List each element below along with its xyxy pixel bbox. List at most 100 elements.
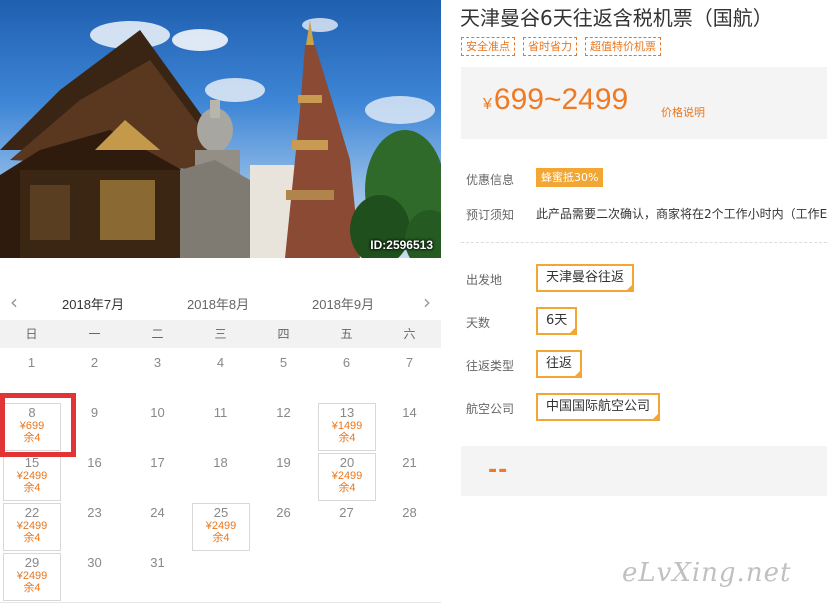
option-value: 中国国际航空公司	[546, 399, 651, 414]
selected-date-highlight	[0, 393, 76, 457]
calendar-day: 21	[378, 455, 441, 470]
calendar-day: 24	[126, 505, 189, 520]
day-price: ¥2499	[16, 570, 48, 582]
product-title: 天津曼谷6天往返含税机票（国航）	[460, 6, 773, 30]
day-number: 31	[150, 555, 165, 570]
calendar-day: 27	[315, 505, 378, 520]
feature-tags: 安全准点 省时省力 超值特价机票	[461, 37, 661, 56]
weekday-label: 四	[277, 327, 290, 341]
day-number: 19	[276, 455, 291, 470]
currency-symbol: ¥	[483, 96, 492, 113]
option-value: 天津曼谷往返	[546, 270, 625, 285]
day-price: ¥1499	[331, 420, 363, 432]
calendar-day[interactable]: 22 ¥2499 余4	[3, 503, 61, 551]
calendar-day: 31	[126, 555, 189, 570]
feature-tag: 省时省力	[523, 37, 577, 56]
day-remaining: 余4	[23, 582, 41, 594]
promo-label: 优惠信息	[466, 173, 515, 187]
calendar-day: 14	[378, 405, 441, 420]
option-trip-type[interactable]: 往返 ✓	[536, 350, 583, 378]
section-divider	[461, 242, 827, 243]
day-number: 23	[87, 505, 102, 520]
check-icon: ✓	[652, 412, 659, 420]
day-number: 30	[87, 555, 102, 570]
day-remaining: 余4	[338, 432, 356, 444]
day-number: 4	[216, 355, 225, 370]
chevron-left-icon[interactable]: ‹	[10, 290, 18, 314]
day-remaining: 余4	[338, 482, 356, 494]
tab-month-july[interactable]: 2018年7月	[51, 294, 135, 324]
price-panel: ¥699~2499 价格说明	[461, 67, 827, 139]
day-number: 20	[339, 455, 355, 470]
weekday-label: 五	[340, 327, 353, 341]
day-number: 10	[150, 405, 165, 420]
day-number: 12	[276, 405, 291, 420]
day-number: 22	[24, 505, 40, 520]
day-number: 18	[213, 455, 228, 470]
calendar-day: 16	[63, 455, 126, 470]
day-price: ¥2499	[331, 470, 363, 482]
day-number: 24	[150, 505, 165, 520]
day-number: 5	[279, 355, 288, 370]
option-days[interactable]: 6天 ✓	[536, 307, 578, 335]
booking-notice-text: 此产品需要二次确认，商家将在2个工作小时内（工作E	[536, 207, 827, 221]
check-icon: ✓	[574, 369, 581, 377]
calendar-day: 7	[378, 355, 441, 370]
tab-month-september[interactable]: 2018年9月	[312, 294, 374, 313]
calendar-day: 26	[252, 505, 315, 520]
calendar-day: 30	[63, 555, 126, 570]
chevron-right-icon[interactable]: ›	[423, 290, 431, 314]
day-number: 21	[402, 455, 417, 470]
option-value: 往返	[546, 356, 573, 371]
day-number: 14	[402, 405, 417, 420]
calendar-day: 17	[126, 455, 189, 470]
calendar-day: 11	[189, 405, 252, 420]
weekday-label: 一	[88, 327, 101, 341]
day-number: 16	[87, 455, 102, 470]
option-label-trip-type: 往返类型	[466, 359, 515, 373]
price-range: ¥699~2499	[483, 83, 628, 117]
calendar-day[interactable]: 25 ¥2499 余4	[192, 503, 250, 551]
day-number: 3	[153, 355, 162, 370]
product-photo: ID:2596513	[0, 0, 441, 258]
promo-badge: 蜂蜜抵30%	[536, 168, 604, 187]
calendar-bottom-border	[0, 602, 441, 603]
calendar-month-nav: ‹ 2018年7月 2018年8月 2018年9月 ›	[0, 284, 441, 324]
calendar-day[interactable]: 29 ¥2499 余4	[3, 553, 61, 601]
calendar-day: 10	[126, 405, 189, 420]
day-number: 26	[276, 505, 291, 520]
calendar-day[interactable]: 20 ¥2499 余4	[318, 453, 376, 501]
option-label-airline: 航空公司	[466, 402, 515, 416]
check-icon: ✓	[626, 283, 633, 291]
price-calendar: ‹ 2018年7月 2018年8月 2018年9月 › 日 一 二 三 四 五 …	[0, 284, 441, 603]
weekday-label: 六	[403, 327, 416, 341]
feature-tag: 安全准点	[461, 37, 515, 56]
day-number: 27	[339, 505, 354, 520]
day-remaining: 余4	[23, 482, 41, 494]
weekday-label: 日	[25, 327, 38, 341]
option-airline[interactable]: 中国国际航空公司 ✓	[536, 393, 661, 421]
check-icon: ✓	[569, 326, 576, 334]
weekday-label: 二	[151, 327, 164, 341]
day-number: 6	[342, 355, 351, 370]
tab-month-august[interactable]: 2018年8月	[187, 294, 249, 313]
day-number: 1	[27, 355, 36, 370]
day-price: ¥2499	[16, 470, 48, 482]
day-number: 28	[402, 505, 417, 520]
calendar-day[interactable]: 15 ¥2499 余4	[3, 453, 61, 501]
price-explanation-link[interactable]: 价格说明	[661, 104, 705, 120]
calendar-day: 6	[315, 355, 378, 370]
calendar-day: 5	[252, 355, 315, 370]
calendar-day[interactable]: 13 ¥1499 余4	[318, 403, 376, 451]
day-number: 25	[213, 505, 229, 520]
day-remaining: 余4	[23, 532, 41, 544]
calendar-day: 1	[0, 355, 63, 370]
day-remaining: 余4	[212, 532, 230, 544]
calendar-day: 12	[252, 405, 315, 420]
day-number: 7	[405, 355, 414, 370]
calendar-day: 23	[63, 505, 126, 520]
booking-notice-label: 预订须知	[466, 208, 515, 222]
calendar-day: 19	[252, 455, 315, 470]
option-departure[interactable]: 天津曼谷往返 ✓	[536, 264, 635, 292]
day-number: 11	[213, 405, 228, 420]
